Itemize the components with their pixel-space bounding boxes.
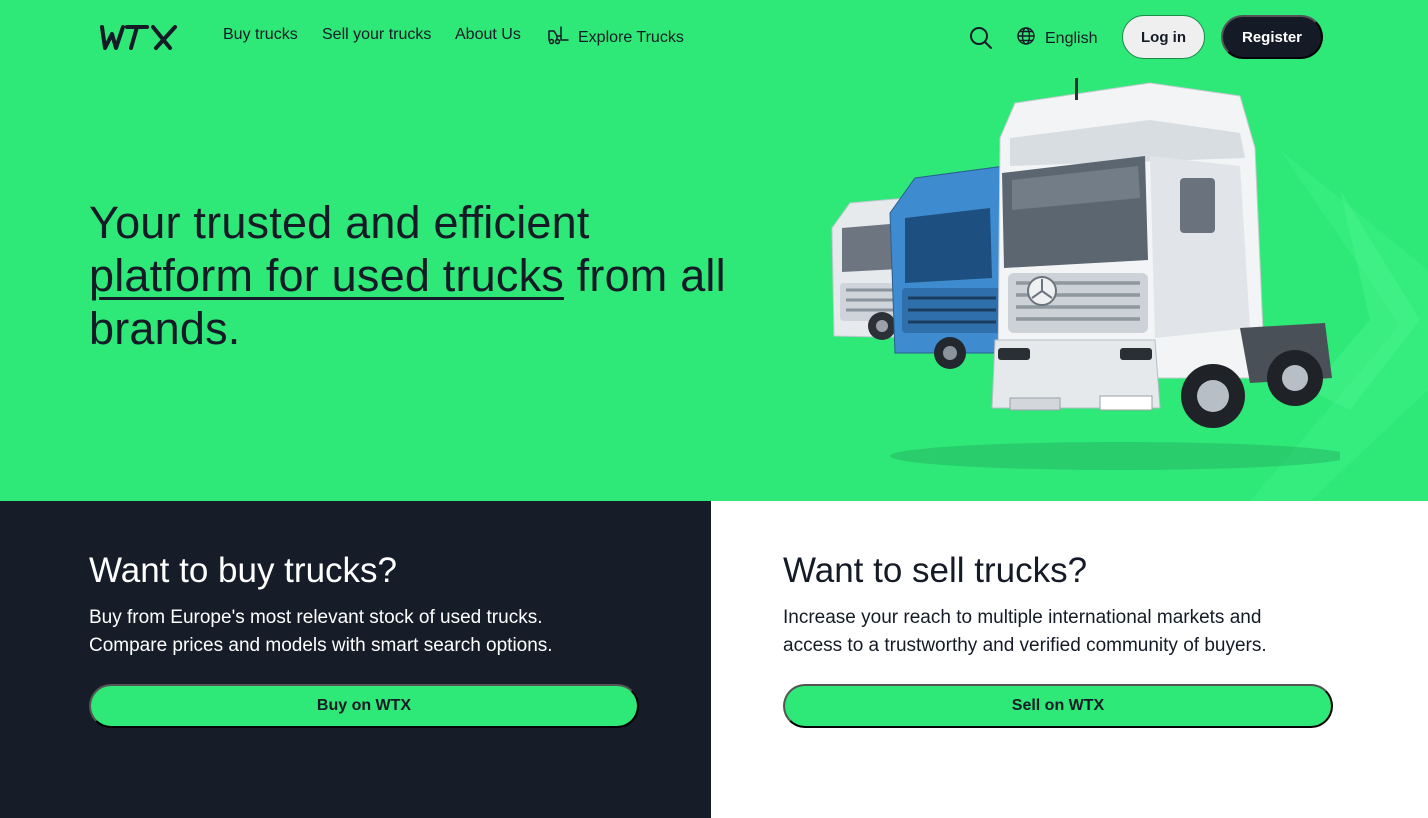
truck-middle <box>889 165 1011 369</box>
headline-start: Your trusted and efficient <box>89 197 590 248</box>
globe-icon <box>1016 26 1036 51</box>
nav-explore-trucks[interactable]: Explore Trucks <box>547 25 684 50</box>
register-button[interactable]: Register <box>1221 15 1323 59</box>
nav-explore-label: Explore Trucks <box>578 28 684 46</box>
nav-about-us[interactable]: About Us <box>455 26 521 44</box>
language-label: English <box>1045 29 1098 47</box>
search-icon[interactable] <box>968 25 994 51</box>
language-selector[interactable]: English <box>1016 26 1097 51</box>
buy-section-text: Buy from Europe's most relevant stock of… <box>89 607 553 656</box>
headline-link[interactable]: platform for used trucks <box>89 250 564 301</box>
forklift-icon <box>547 25 569 50</box>
buy-trucks-section: Want to buy trucks? Buy from Europe's mo… <box>0 501 711 818</box>
hero-headline: Your trusted and efficient platform for u… <box>89 196 809 355</box>
truck-front <box>991 78 1332 428</box>
sell-on-wtx-button[interactable]: Sell on WTX <box>783 684 1333 728</box>
trucks-image <box>831 78 1340 470</box>
wtx-logo[interactable] <box>98 22 180 52</box>
sell-section-title: Want to sell trucks? <box>783 551 1088 590</box>
hero-section: Buy trucks Sell your trucks About Us Exp… <box>0 0 1428 501</box>
buy-on-wtx-button[interactable]: Buy on WTX <box>89 684 639 728</box>
nav-buy-trucks[interactable]: Buy trucks <box>223 26 298 44</box>
top-navigation: Buy trucks Sell your trucks About Us Exp… <box>0 0 1428 74</box>
buy-section-title: Want to buy trucks? <box>89 551 397 590</box>
sell-section-text: Increase your reach to multiple internat… <box>783 607 1267 656</box>
nav-sell-trucks[interactable]: Sell your trucks <box>322 26 431 44</box>
sell-trucks-section: Want to sell trucks? Increase your reach… <box>711 501 1428 818</box>
login-button[interactable]: Log in <box>1122 15 1205 59</box>
